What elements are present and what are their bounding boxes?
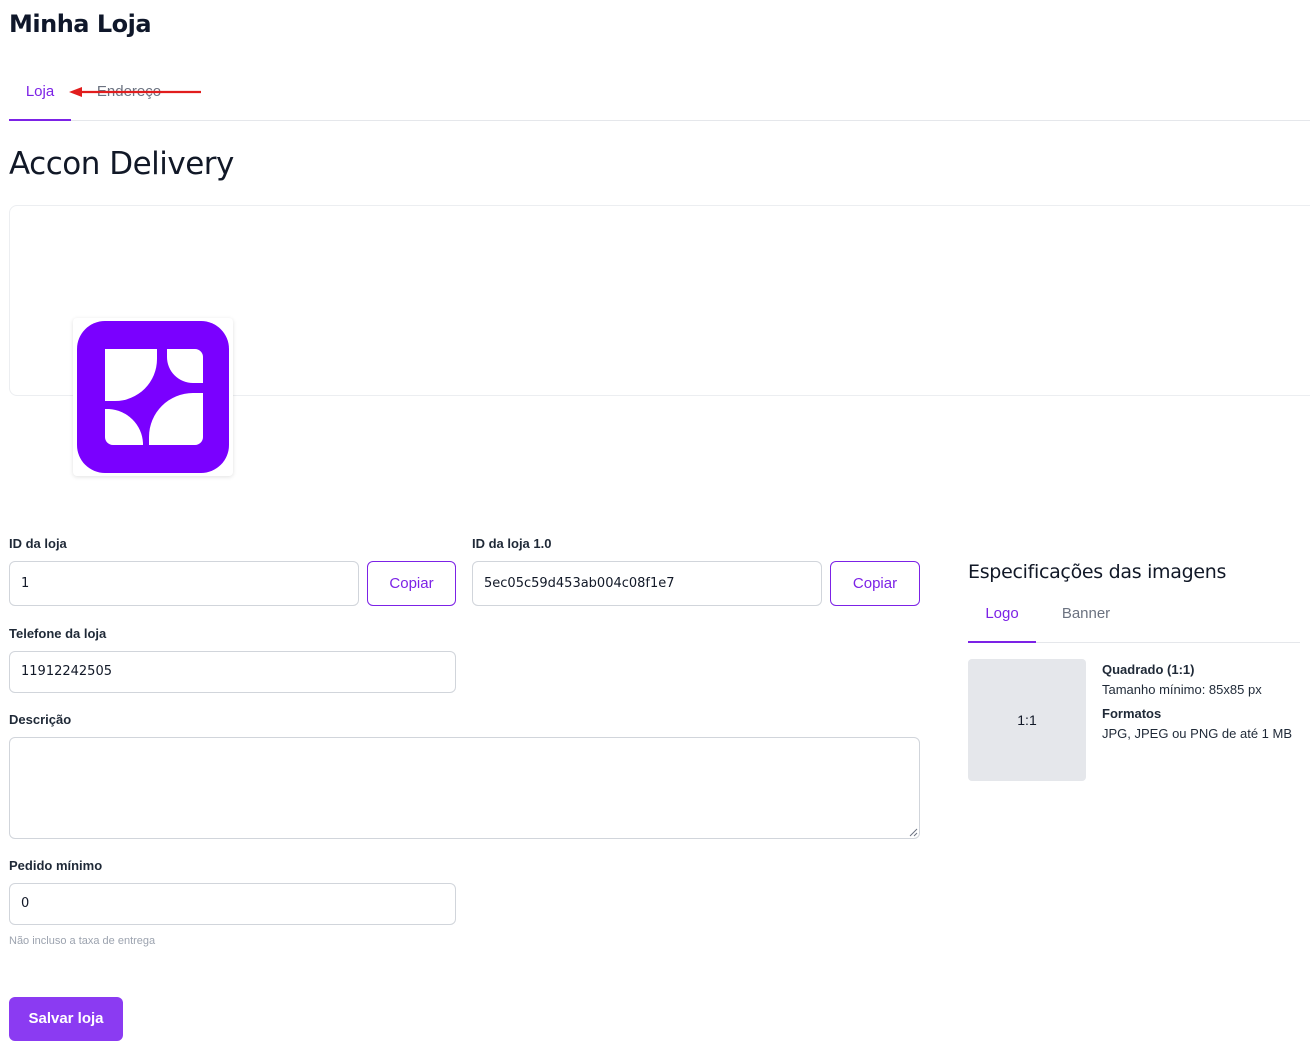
copy-store-id-v1-button[interactable]: Copiar <box>830 561 920 606</box>
ratio-preview: 1:1 <box>968 659 1086 781</box>
spec-shape: Quadrado (1:1) <box>1102 662 1195 677</box>
spec-formats-label: Formatos <box>1102 706 1162 721</box>
store-id-v1-label: ID da loja 1.0 <box>472 536 552 551</box>
description-textarea[interactable] <box>9 737 920 839</box>
description-label: Descrição <box>9 712 72 727</box>
spec-formats: JPG, JPEG ou PNG de até 1 MB <box>1102 726 1293 741</box>
store-tabs: Loja Endereço <box>9 66 1310 121</box>
store-id-v1-input[interactable]: 5ec05c59d453ab004c08f1e7 <box>472 561 822 606</box>
page-title: Minha Loja <box>9 10 152 38</box>
phone-label: Telefone da loja <box>9 626 107 641</box>
phone-input[interactable]: 11912242505 <box>9 651 456 693</box>
spec-tab-banner[interactable]: Banner <box>1052 594 1120 643</box>
resize-grip-icon[interactable] <box>908 827 918 837</box>
accon-logo-icon <box>77 321 229 473</box>
image-specs-title: Especificações das imagens <box>968 561 1227 583</box>
min-order-input[interactable]: 0 <box>9 883 456 925</box>
tab-loja[interactable]: Loja <box>9 66 71 121</box>
spec-tab-logo[interactable]: Logo <box>968 594 1036 643</box>
store-name: Accon Delivery <box>9 146 234 182</box>
spec-min-size: Tamanho mínimo: 85x85 px <box>1102 682 1262 697</box>
image-specs-tabs: Logo Banner <box>968 594 1300 643</box>
store-id-label: ID da loja <box>9 536 67 551</box>
min-order-hint: Não incluso a taxa de entrega <box>9 935 156 947</box>
save-store-button[interactable]: Salvar loja <box>9 997 123 1041</box>
tab-endereco[interactable]: Endereço <box>89 66 169 121</box>
store-logo[interactable] <box>73 318 233 476</box>
store-id-input[interactable]: 1 <box>9 561 359 606</box>
min-order-label: Pedido mínimo <box>9 858 103 873</box>
copy-store-id-button[interactable]: Copiar <box>367 561 456 606</box>
